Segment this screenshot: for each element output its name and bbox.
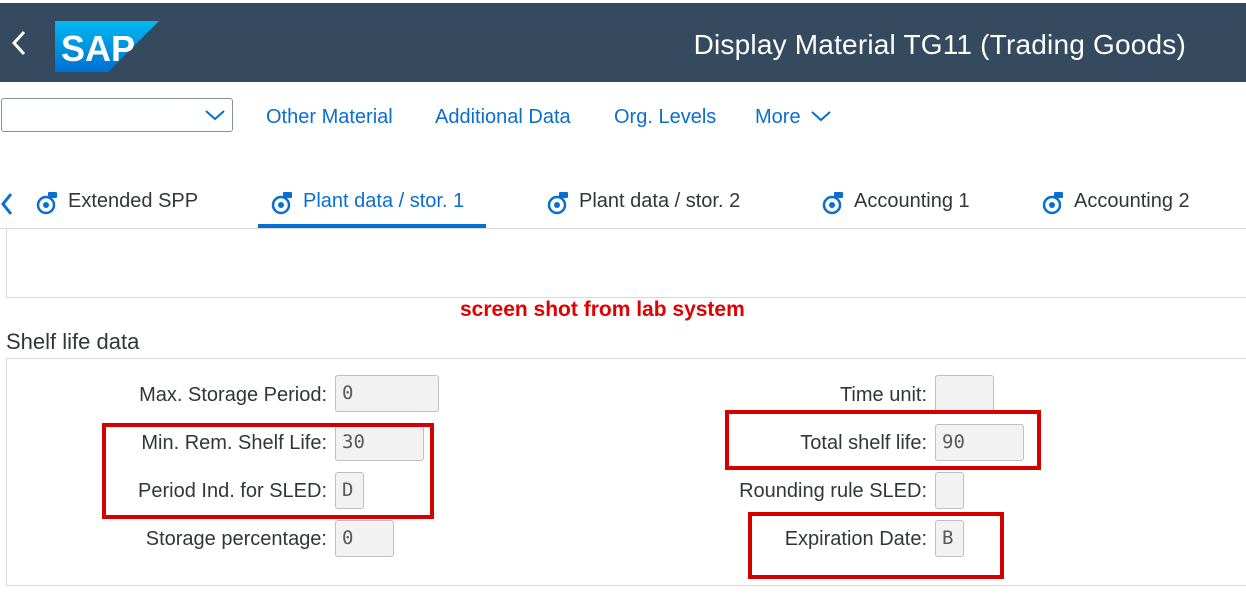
tab-label: Accounting 1 — [854, 190, 970, 212]
back-button[interactable] — [4, 25, 34, 61]
max-storage-period-label: Max. Storage Period: — [139, 384, 327, 406]
tab-object-icon — [1042, 192, 1063, 215]
tab-bar: Extended SPP Plant data / stor. 1 Plant … — [0, 154, 1246, 229]
tab-object-icon — [271, 192, 292, 215]
rounding-rule-sled-field[interactable] — [935, 472, 964, 509]
storage-percentage-field[interactable]: 0 — [335, 520, 394, 557]
dropdown-chevron-icon — [205, 110, 225, 121]
tab-accounting-1[interactable]: Accounting 1 — [822, 190, 970, 228]
time-unit-label: Time unit: — [839, 384, 927, 406]
time-unit-field[interactable] — [935, 375, 994, 412]
logo-text: SAP — [61, 28, 135, 69]
tab-object-icon — [36, 192, 57, 215]
additional-data-link[interactable]: Additional Data — [435, 106, 571, 129]
annotation-text: screen shot from lab system — [460, 298, 745, 321]
back-chevron-icon — [11, 30, 26, 56]
tab-plant-data-stor-2[interactable]: Plant data / stor. 2 — [547, 190, 740, 228]
tab-label: Plant data / stor. 1 — [303, 190, 465, 212]
org-levels-link[interactable]: Org. Levels — [614, 106, 716, 129]
more-label: More — [755, 106, 801, 128]
shell-bar: SAP Display Material TG11 (Trading Goods… — [0, 3, 1246, 82]
tab-plant-data-stor-1[interactable]: Plant data / stor. 1 — [271, 190, 464, 228]
sap-logo: SAP — [55, 21, 159, 72]
tab-object-icon — [822, 192, 843, 215]
tab-scroll-left-button[interactable] — [0, 191, 14, 222]
tab-label: Accounting 2 — [1074, 190, 1190, 212]
action-select[interactable] — [1, 98, 233, 132]
other-material-link[interactable]: Other Material — [266, 106, 393, 129]
tab-label: Extended SPP — [68, 190, 199, 212]
highlight-box-expiration-date — [748, 512, 1004, 579]
more-menu[interactable]: More — [755, 106, 832, 129]
tab-label: Plant data / stor. 2 — [579, 190, 741, 212]
tab-accounting-2[interactable]: Accounting 2 — [1042, 190, 1190, 228]
storage-percentage-label: Storage percentage: — [145, 528, 327, 550]
section-title: Shelf life data — [6, 329, 140, 354]
tab-scroll-left-icon — [1, 193, 13, 215]
highlight-box-total-shelf-life — [725, 410, 1041, 470]
tab-object-icon — [547, 192, 568, 215]
previous-section-panel — [6, 228, 1246, 298]
tab-extended-spp[interactable]: Extended SPP — [36, 190, 198, 228]
more-chevron-icon — [811, 111, 831, 122]
page-title: Display Material TG11 (Trading Goods) — [693, 29, 1186, 60]
rounding-rule-sled-label: Rounding rule SLED: — [739, 480, 927, 502]
toolbar: Other Material Additional Data Org. Leve… — [0, 82, 1246, 155]
max-storage-period-field[interactable]: 0 — [335, 375, 439, 412]
highlight-box-min-rem-period-ind — [102, 423, 434, 519]
